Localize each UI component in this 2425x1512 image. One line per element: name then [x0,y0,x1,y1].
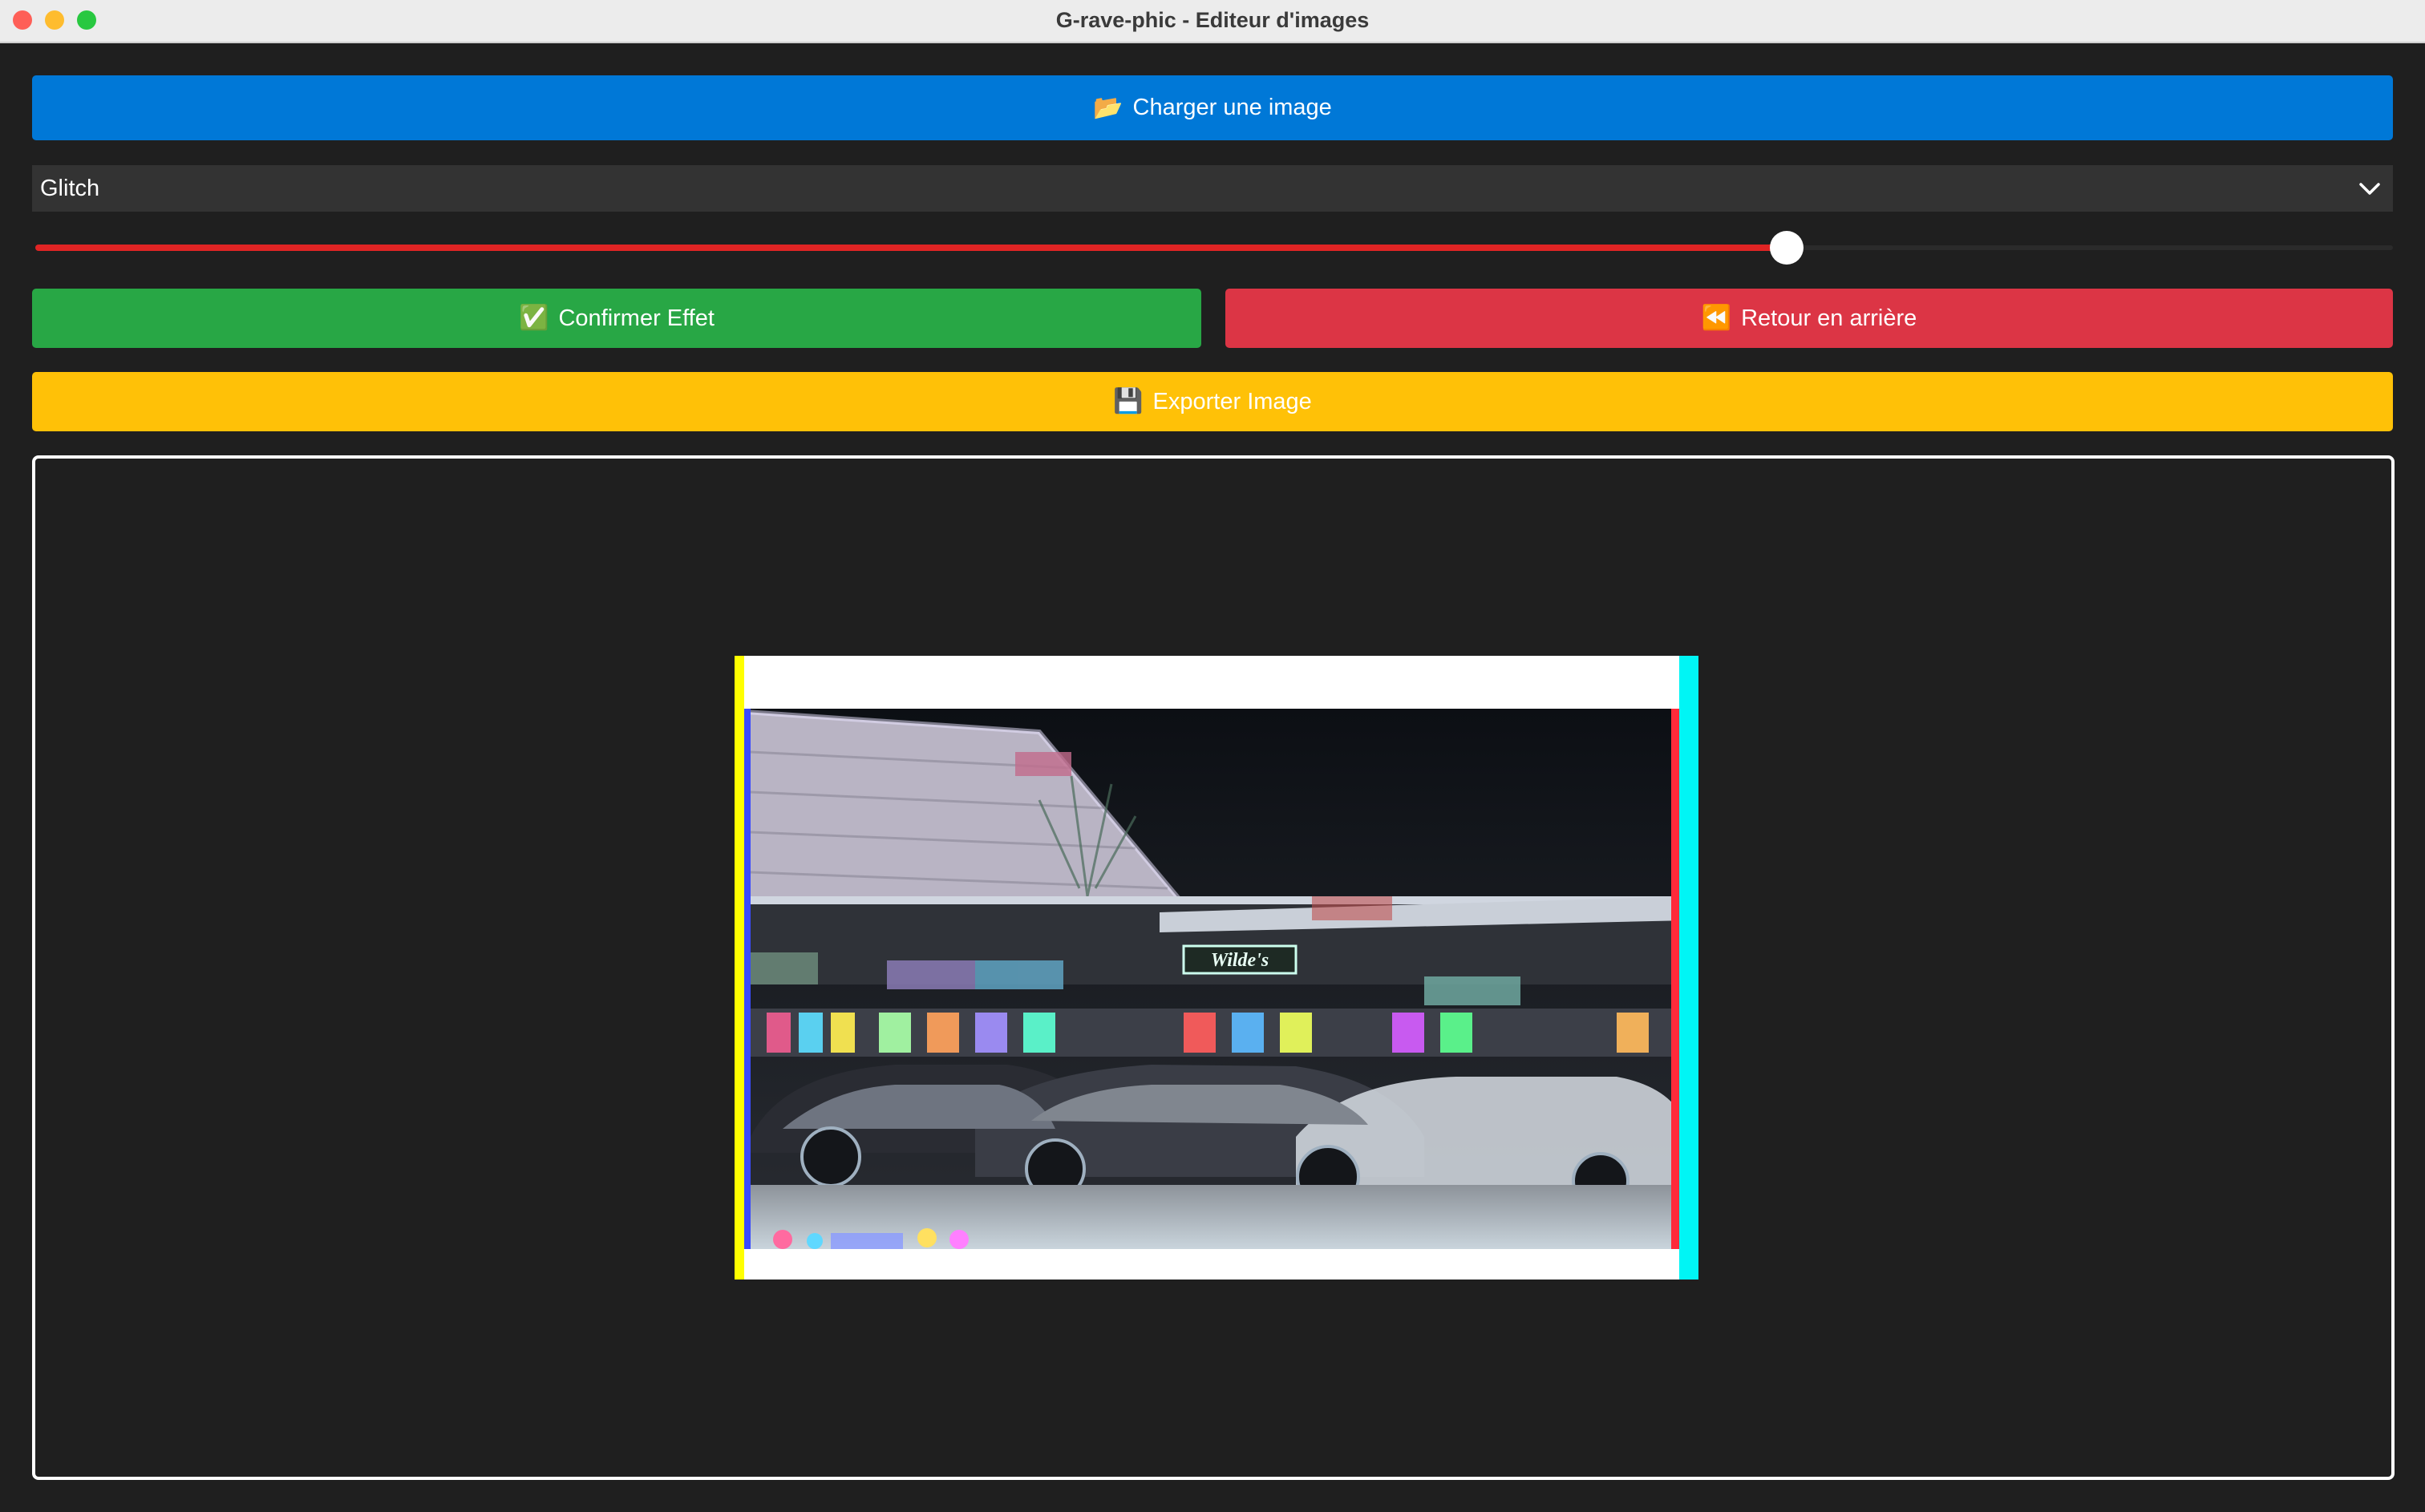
undo-button[interactable]: ⏪ Retour en arrière [1225,289,2393,348]
rewind-icon: ⏪ [1701,305,1732,331]
window-title: G-rave-phic - Editeur d'images [1055,8,1370,32]
export-image-label: Exporter Image [1152,388,1312,414]
intensity-slider[interactable] [32,228,2393,266]
chevron-down-icon [2359,183,2380,195]
slider-thumb[interactable] [1770,231,1804,265]
preview-image: Wilde's [735,656,1698,1280]
export-image-button[interactable]: 💾 Exporter Image [32,372,2393,431]
image-preview-canvas: Wilde's [32,455,2395,1480]
load-image-label: Charger une image [1132,95,1332,120]
storefront-sign: Wilde's [1211,950,1269,971]
effect-select-value: Glitch [40,176,100,201]
effect-select[interactable]: Glitch [32,165,2393,212]
floppy-disk-icon: 💾 [1113,388,1144,414]
load-image-button[interactable]: 📂 Charger une image [32,75,2393,140]
app-window: G-rave-phic - Editeur d'images 📂 Charger… [0,0,2425,1512]
glitched-photo: Wilde's [735,656,1698,1280]
title-bar: G-rave-phic - Editeur d'images [0,0,2425,43]
confirm-effect-button[interactable]: ✅ Confirmer Effet [32,289,1201,348]
confirm-effect-label: Confirmer Effet [558,305,715,331]
folder-icon: 📂 [1093,94,1123,121]
check-icon: ✅ [519,305,549,331]
undo-label: Retour en arrière [1741,305,1917,331]
slider-fill [35,245,1787,251]
